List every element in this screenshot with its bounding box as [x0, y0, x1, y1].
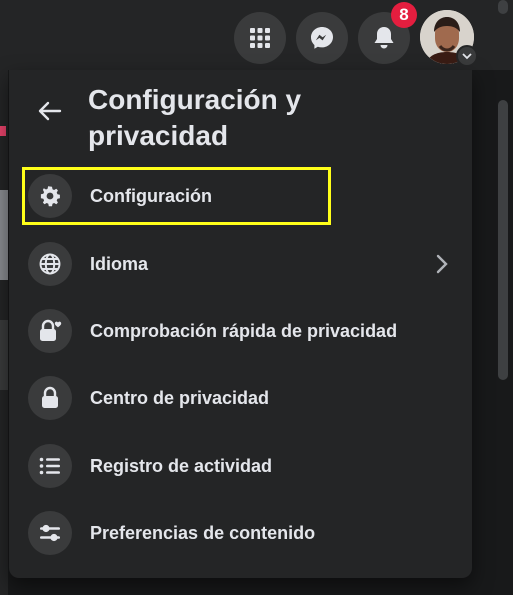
chevron-down-icon — [462, 53, 472, 60]
back-button[interactable] — [26, 87, 74, 135]
bell-icon — [374, 27, 394, 49]
messenger-icon — [311, 27, 333, 49]
background-feed-edge — [0, 70, 8, 595]
menu-button[interactable] — [234, 12, 286, 64]
chevron-right-icon — [436, 254, 448, 274]
messenger-button[interactable] — [296, 12, 348, 64]
arrow-left-icon — [38, 101, 62, 121]
notification-badge: 8 — [391, 2, 417, 28]
menu-item-label: Preferencias de contenido — [90, 522, 316, 543]
lock-heart-icon — [28, 309, 72, 353]
list-icon — [28, 444, 72, 488]
highlight-box — [22, 167, 331, 225]
menu-grid-icon — [250, 28, 270, 48]
menu-item-label: Comprobación rápida de privacidad — [90, 320, 398, 341]
menu-item-label: Centro de privacidad — [90, 387, 270, 408]
menu-item-activity-log[interactable]: Registro de actividad — [26, 438, 462, 494]
account-menu-chevron[interactable] — [456, 45, 478, 67]
menu-item-idioma[interactable]: Idioma — [26, 236, 462, 292]
panel-title: Configuración y privacidad — [88, 84, 302, 151]
globe-icon — [28, 242, 72, 286]
menu-item-label: Registro de actividad — [90, 455, 273, 476]
menu-item-content-preferences[interactable]: Preferencias de contenido — [26, 505, 462, 561]
scrollbar-top — [498, 0, 508, 14]
scrollbar[interactable] — [498, 100, 508, 380]
sliders-icon — [28, 511, 72, 555]
menu-item-label: Idioma — [90, 253, 149, 274]
lock-icon — [28, 376, 72, 420]
menu-item-privacy-checkup[interactable]: Comprobación rápida de privacidad — [26, 303, 462, 359]
menu-item-privacy-center[interactable]: Centro de privacidad — [26, 370, 462, 426]
